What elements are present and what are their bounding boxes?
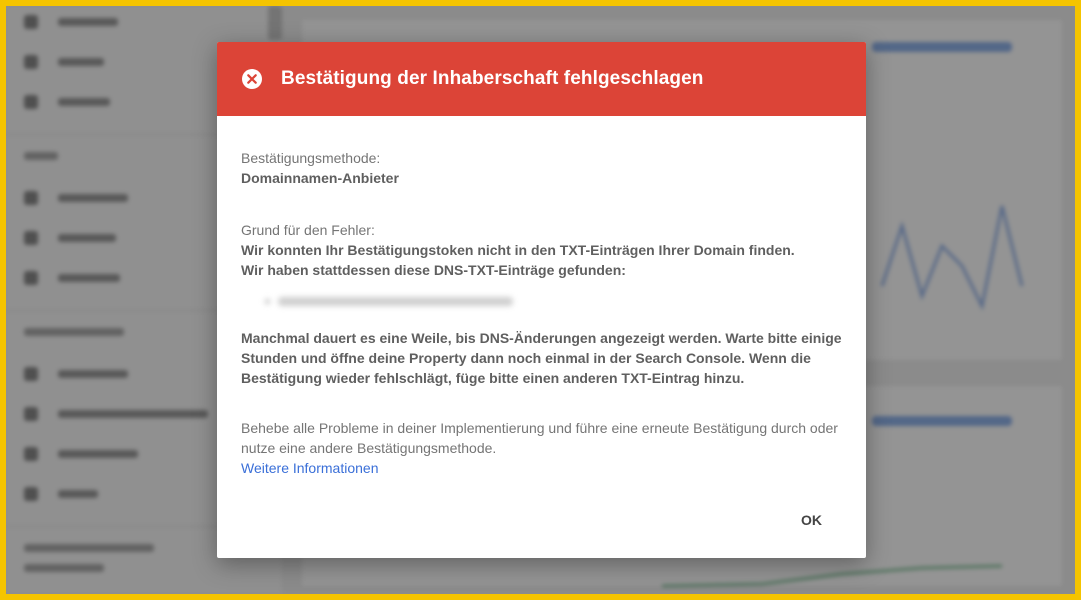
method-value: Domainnamen-Anbieter bbox=[241, 170, 399, 186]
reason-label: Grund für den Fehler: bbox=[241, 222, 375, 238]
screenshot-frame: Bestätigung der Inhaberschaft fehlgeschl… bbox=[6, 6, 1075, 594]
dialog-header: Bestätigung der Inhaberschaft fehlgeschl… bbox=[217, 42, 866, 116]
error-circle-icon bbox=[242, 69, 262, 89]
dialog-actions: OK bbox=[797, 506, 826, 534]
advice-text: Behebe alle Probleme in deiner Implement… bbox=[241, 420, 838, 456]
method-label: Bestätigungsmethode: bbox=[241, 150, 381, 166]
dialog-body: Bestätigungsmethode: Domainnamen-Anbiete… bbox=[217, 116, 866, 478]
reason-line-1: Wir konnten Ihr Bestätigungstoken nicht … bbox=[241, 242, 795, 258]
more-info-link[interactable]: Weitere Informationen bbox=[241, 458, 378, 478]
reason-line-2: Wir haben stattdessen diese DNS-TXT-Eint… bbox=[241, 262, 626, 278]
dns-delay-note: Manchmal dauert es eine Weile, bis DNS-Ä… bbox=[241, 330, 842, 386]
dialog-title: Bestätigung der Inhaberschaft fehlgeschl… bbox=[281, 68, 704, 89]
ok-button[interactable]: OK bbox=[797, 506, 826, 534]
verification-failed-dialog: Bestätigung der Inhaberschaft fehlgeschl… bbox=[217, 42, 866, 558]
redacted-txt-record bbox=[265, 290, 525, 312]
